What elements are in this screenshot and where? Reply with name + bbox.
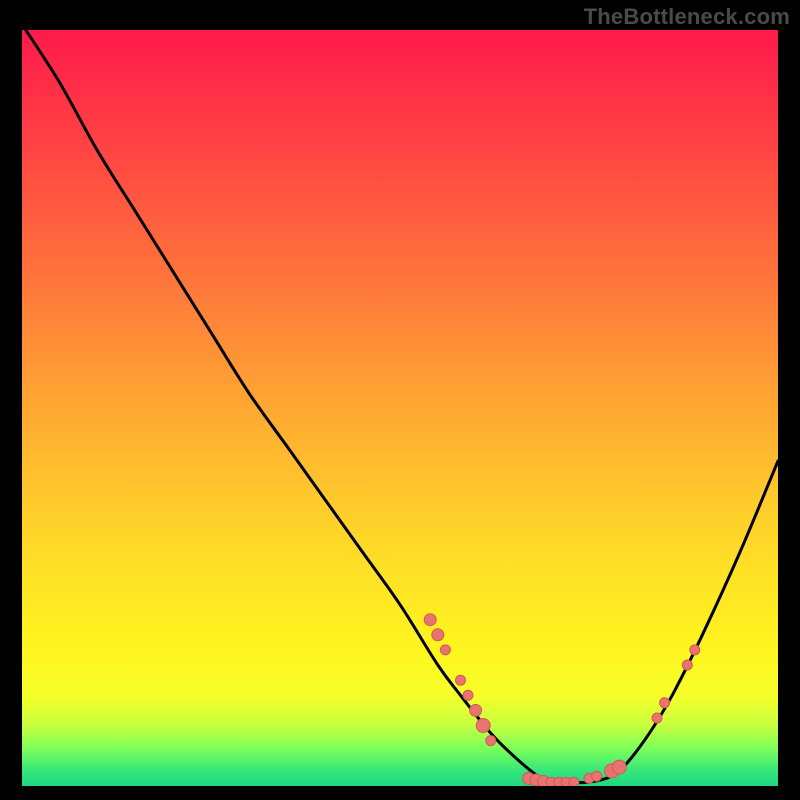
curve-marker <box>612 760 626 774</box>
curve-marker <box>682 660 692 670</box>
curve-marker <box>690 645 700 655</box>
curve-marker <box>440 645 450 655</box>
curve-marker <box>424 614 436 626</box>
chart-container: TheBottleneck.com <box>0 0 800 800</box>
curve-marker <box>476 719 490 733</box>
curve-marker <box>470 704 482 716</box>
bottleneck-curve <box>26 30 778 783</box>
curve-marker <box>569 777 579 786</box>
curve-marker <box>652 713 662 723</box>
curve-svg <box>22 30 778 786</box>
curve-marker <box>463 690 473 700</box>
watermark-text: TheBottleneck.com <box>584 4 790 30</box>
curve-marker <box>432 629 444 641</box>
curve-marker <box>486 736 496 746</box>
curve-marker <box>660 698 670 708</box>
curve-markers-group <box>424 614 700 786</box>
curve-marker <box>456 675 466 685</box>
curve-marker <box>592 771 602 781</box>
